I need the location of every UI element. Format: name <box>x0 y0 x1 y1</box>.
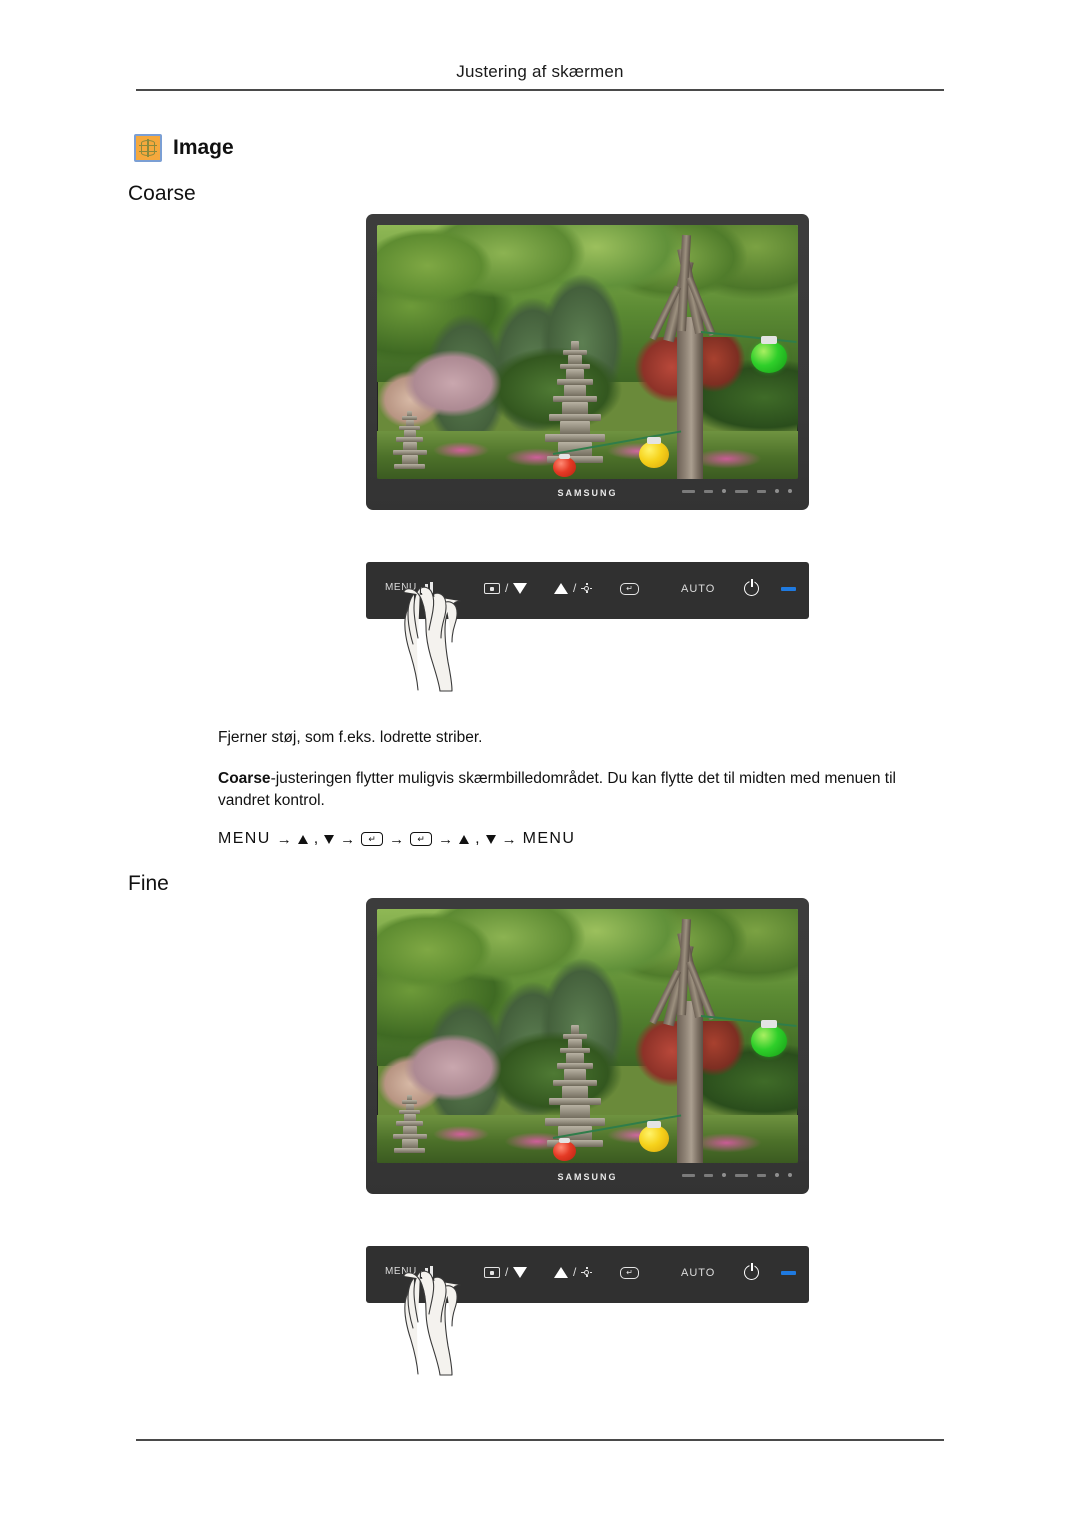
menu-bars-icon <box>420 1265 434 1277</box>
source-icon <box>484 582 500 594</box>
source-down-button[interactable]: / <box>484 581 528 595</box>
power-icon <box>744 579 759 596</box>
nav-arrow-5: → <box>501 830 517 848</box>
auto-button[interactable]: AUTO <box>681 1267 715 1279</box>
source-icon <box>484 1266 500 1278</box>
brightness-sun-icon <box>581 582 593 594</box>
menu-button[interactable]: MENU <box>385 581 434 593</box>
description-paragraph-2: Coarse-justeringen flytter muligvis skær… <box>218 768 948 812</box>
section-title-fine: Fine <box>128 872 169 895</box>
nav-comma-2: , <box>475 830 480 847</box>
monitor-bezel-controls <box>682 489 792 493</box>
up-brightness-button[interactable]: / <box>554 581 593 595</box>
menu-button[interactable]: MENU <box>385 1265 434 1277</box>
monitor-brand-row-coarse: SAMSUNG <box>377 479 798 507</box>
section-title-coarse: Coarse <box>128 182 196 205</box>
header-divider <box>136 89 944 91</box>
image-section-heading: Image <box>134 134 234 162</box>
triangle-down-icon <box>513 582 528 594</box>
power-icon <box>744 1263 759 1280</box>
monitor-brand-row-fine: SAMSUNG <box>377 1163 798 1191</box>
monitor-illustration-fine: SAMSUNG <box>366 898 809 1194</box>
power-led <box>781 587 796 591</box>
samsung-logo: SAMSUNG <box>557 1172 618 1182</box>
triangle-up-icon <box>554 582 568 594</box>
brightness-sun-icon <box>581 1266 593 1278</box>
enter-key-icon: ↵ <box>620 583 639 595</box>
nav-triangle-down-icon-1 <box>324 834 335 844</box>
led-indicator-icon <box>781 1271 796 1275</box>
coarse-bold-term: Coarse <box>218 770 271 787</box>
power-led <box>781 1271 796 1275</box>
monitor-bezel-controls <box>682 1173 792 1177</box>
nav-comma-1: , <box>313 830 319 847</box>
nav-arrow-4: → <box>438 830 454 848</box>
power-button[interactable] <box>744 579 759 596</box>
monitor-illustration-coarse: SAMSUNG <box>366 214 809 510</box>
nav-arrow-1: → <box>276 830 292 848</box>
monitor-screen-fine <box>377 909 798 1163</box>
power-button[interactable] <box>744 1263 759 1280</box>
auto-button[interactable]: AUTO <box>681 583 715 595</box>
enter-button[interactable]: ↵ <box>620 583 639 595</box>
nav-triangle-up-icon-1 <box>297 834 308 844</box>
enter-button[interactable]: ↵ <box>620 1267 639 1279</box>
menu-navigation-sequence: MENU → , → ↵ → ↵ → , → MENU <box>218 830 575 848</box>
nav-end-menu: MENU <box>522 830 576 847</box>
source-down-button[interactable]: / <box>484 1265 528 1279</box>
up-brightness-button[interactable]: / <box>554 1265 593 1279</box>
paragraph-2-rest: -justeringen flytter muligvis skærmbille… <box>218 770 896 809</box>
description-paragraph-1: Fjerner støj, som f.eks. lodrette stribe… <box>218 729 483 746</box>
footer-divider <box>136 1439 944 1441</box>
image-settings-icon <box>134 134 162 162</box>
triangle-down-icon <box>513 1266 528 1278</box>
nav-enter-key-icon-2: ↵ <box>410 832 433 846</box>
triangle-up-icon <box>554 1266 568 1278</box>
samsung-logo: SAMSUNG <box>557 488 618 498</box>
monitor-screen-coarse <box>377 225 798 479</box>
nav-arrow-3: → <box>389 830 405 848</box>
nav-start-menu: MENU <box>218 830 271 847</box>
nav-triangle-up-icon-2 <box>459 834 470 844</box>
nav-arrow-2: → <box>340 830 356 848</box>
enter-key-icon: ↵ <box>620 1267 639 1279</box>
manual-page: Justering af skærmen Image Coarse SAMSUN… <box>0 0 1080 1527</box>
nav-enter-key-icon-1: ↵ <box>361 832 384 846</box>
nav-triangle-down-icon-2 <box>485 834 496 844</box>
page-header-title: Justering af skærmen <box>456 62 624 81</box>
control-panel-fine: MENU / / ↵ AUTO <box>366 1246 809 1303</box>
image-section-label: Image <box>173 136 234 159</box>
control-panel-coarse: MENU / / ↵ AUTO <box>366 562 809 619</box>
menu-bars-icon <box>420 581 434 593</box>
led-indicator-icon <box>781 587 796 591</box>
